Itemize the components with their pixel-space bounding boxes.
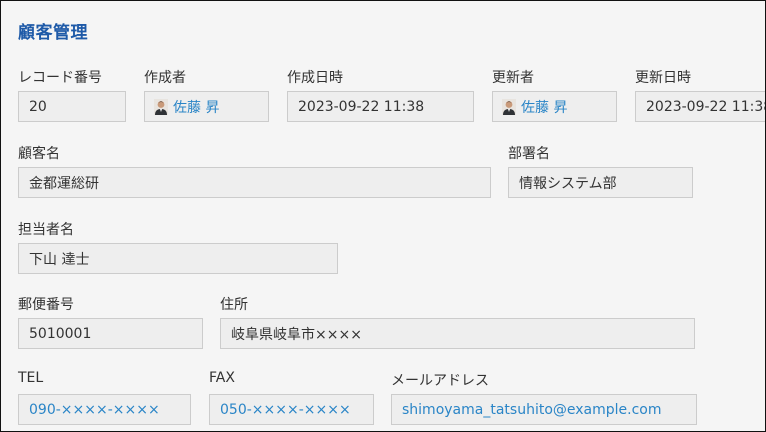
tel-link[interactable]: 090-××××-×××× — [29, 402, 160, 418]
updater-label: 更新者 — [492, 70, 534, 86]
page-title: 顧客管理 — [18, 23, 88, 43]
record-number-field: 20 — [18, 91, 126, 122]
fax-field: 050-××××-×××× — [209, 394, 374, 425]
fax-link[interactable]: 050-××××-×××× — [220, 402, 351, 418]
record-number-label: レコード番号 — [18, 70, 102, 86]
email-label: メールアドレス — [391, 373, 489, 389]
created-at-field: 2023-09-22 11:38 — [287, 91, 474, 122]
creator-link[interactable]: 佐藤 昇 — [173, 97, 219, 117]
person-in-charge-field: 下山 達士 — [18, 243, 338, 274]
tel-label: TEL — [18, 370, 44, 386]
customer-name-field: 金都運総研 — [18, 167, 491, 198]
user-avatar-icon — [502, 98, 516, 115]
creator-field: 佐藤 昇 — [144, 91, 269, 122]
creator-label: 作成者 — [144, 70, 186, 86]
department-label: 部署名 — [508, 146, 550, 162]
updated-at-label: 更新日時 — [635, 70, 691, 86]
person-in-charge-label: 担当者名 — [18, 222, 74, 238]
record-detail-view: 顧客管理 レコード番号 20 作成者 佐藤 昇 作成日時 2023-09-22 … — [0, 0, 766, 432]
postal-code-label: 郵便番号 — [18, 297, 74, 313]
department-field: 情報システム部 — [508, 167, 693, 198]
user-avatar-icon — [154, 98, 168, 115]
updated-at-field: 2023-09-22 11:38 — [635, 91, 765, 122]
fax-label: FAX — [209, 370, 235, 386]
created-at-label: 作成日時 — [287, 70, 343, 86]
address-label: 住所 — [220, 297, 248, 313]
updater-link[interactable]: 佐藤 昇 — [521, 97, 567, 117]
updater-field: 佐藤 昇 — [492, 91, 617, 122]
email-link[interactable]: shimoyama_tatsuhito@example.com — [402, 402, 662, 418]
postal-code-field: 5010001 — [18, 318, 203, 349]
address-field: 岐阜県岐阜市×××× — [220, 318, 695, 349]
customer-name-label: 顧客名 — [18, 146, 60, 162]
tel-field: 090-××××-×××× — [18, 394, 191, 425]
email-field: shimoyama_tatsuhito@example.com — [391, 394, 697, 425]
